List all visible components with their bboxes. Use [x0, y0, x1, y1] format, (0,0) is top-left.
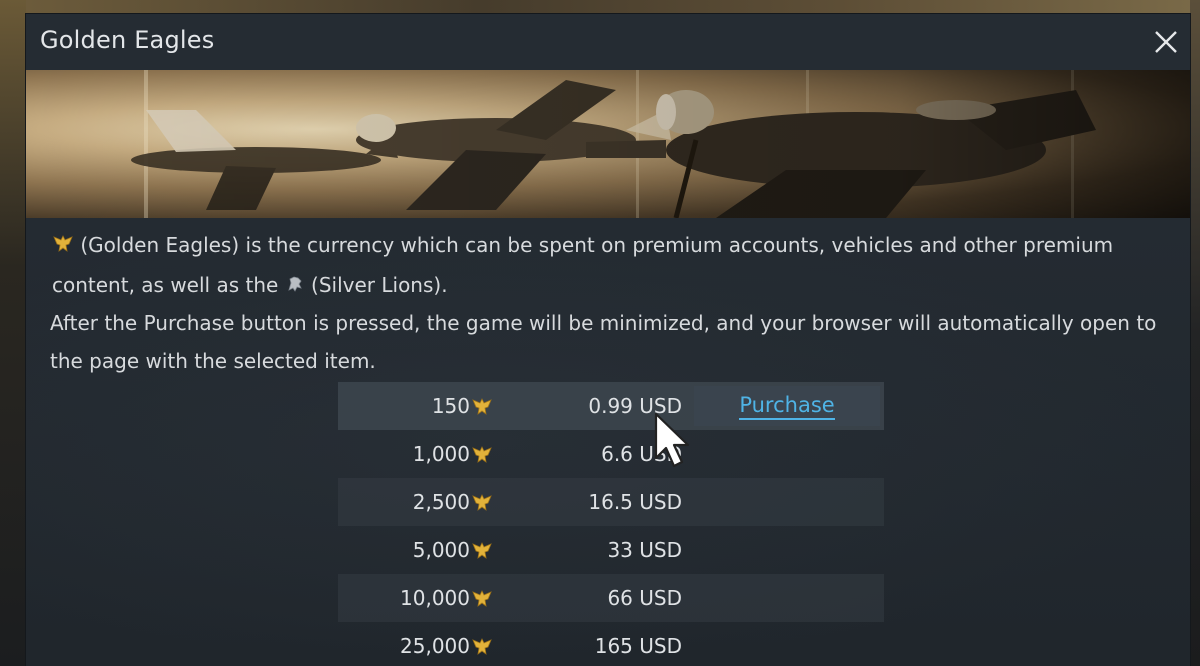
- offer-price: 33 USD: [607, 538, 682, 562]
- close-icon: [1155, 31, 1177, 53]
- dialog-content: (Golden Eagles) is the currency which ca…: [26, 218, 1190, 666]
- dialog-titlebar: Golden Eagles: [26, 14, 1190, 70]
- currency-description: (Golden Eagles) is the currency which ca…: [52, 226, 1162, 306]
- offer-price: 165 USD: [594, 634, 682, 658]
- offer-amount: 25,000: [400, 634, 470, 658]
- background-right: [1190, 0, 1200, 666]
- offer-amount: 1,000: [412, 442, 470, 466]
- golden-eagle-icon: [472, 590, 492, 607]
- offers-table: 150 0.99 USD Purchase 1,000 6.6 USD 2,500 16.5…: [338, 382, 884, 666]
- offer-amount: 2,500: [412, 490, 470, 514]
- offer-row[interactable]: 25,000 165 USD: [338, 622, 884, 666]
- offer-row[interactable]: 150 0.99 USD Purchase: [338, 382, 884, 430]
- golden-eagle-icon: [472, 494, 492, 511]
- golden-eagle-icon: [472, 398, 492, 415]
- offer-amount: 150: [431, 394, 470, 418]
- golden-eagle-icon: [472, 542, 492, 559]
- golden-eagles-description: (Golden Eagles) is the currency which ca…: [52, 233, 1114, 297]
- offer-price: 0.99 USD: [588, 394, 682, 418]
- silver-lions-description: (Silver Lions).: [311, 273, 448, 297]
- offer-row[interactable]: 2,500 16.5 USD: [338, 478, 884, 526]
- offer-amount: 10,000: [400, 586, 470, 610]
- purchase-button[interactable]: Purchase: [694, 386, 880, 426]
- silver-lion-icon: [285, 268, 305, 306]
- golden-eagle-icon: [52, 228, 74, 266]
- offer-row[interactable]: 1,000 6.6 USD: [338, 430, 884, 478]
- offer-price: 66 USD: [607, 586, 682, 610]
- golden-eagles-dialog: Golden Eagles (Golden Eagles) is the cur…: [26, 14, 1190, 666]
- background-left: [0, 0, 26, 666]
- offer-row[interactable]: 5,000 33 USD: [338, 526, 884, 574]
- close-button[interactable]: [1150, 26, 1182, 58]
- golden-eagle-icon: [472, 446, 492, 463]
- purchase-label: Purchase: [739, 393, 835, 420]
- golden-eagle-icon: [472, 638, 492, 655]
- offer-price: 16.5 USD: [588, 490, 682, 514]
- aircraft-banner-image: [26, 70, 1190, 218]
- background-top: [0, 0, 1200, 14]
- dialog-title: Golden Eagles: [40, 26, 215, 54]
- offer-row[interactable]: 10,000 66 USD: [338, 574, 884, 622]
- offer-amount: 5,000: [412, 538, 470, 562]
- purchase-instructions: After the Purchase button is pressed, th…: [50, 311, 1157, 373]
- offer-price: 6.6 USD: [601, 442, 682, 466]
